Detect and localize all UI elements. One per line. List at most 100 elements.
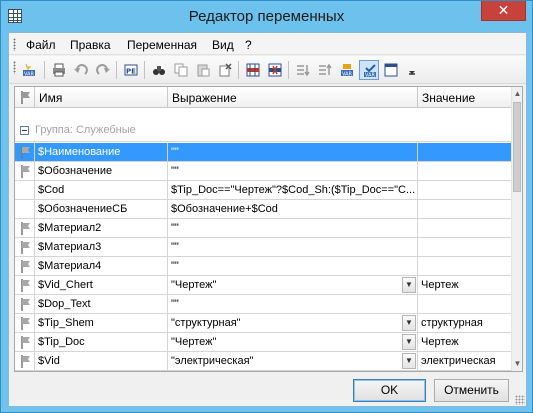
- row-flag-cell[interactable]: [15, 143, 35, 161]
- table-row[interactable]: $Vid_Chert "Чертеж" ▼ Чертеж: [15, 276, 512, 295]
- var-check-button[interactable]: VAR: [359, 60, 379, 80]
- expression-cell[interactable]: "Чертеж" ▼: [168, 276, 418, 294]
- variable-name-cell[interactable]: $Наименование: [35, 143, 168, 161]
- variable-name-cell[interactable]: $Vid: [35, 352, 168, 370]
- move-down-button[interactable]: [293, 60, 313, 80]
- scroll-down-icon[interactable]: ▼: [512, 357, 522, 371]
- variable-name-cell[interactable]: $Обозначение: [35, 162, 168, 180]
- menu-variable[interactable]: Переменная: [127, 38, 197, 52]
- window-button[interactable]: [381, 60, 401, 80]
- chevron-down-icon[interactable]: ▼: [402, 315, 416, 331]
- row-flag-cell[interactable]: [15, 181, 35, 199]
- row-flag-cell[interactable]: [15, 219, 35, 237]
- expression-cell[interactable]: "": [168, 295, 418, 313]
- delete-row-button[interactable]: [265, 60, 285, 80]
- copy-button[interactable]: [171, 60, 191, 80]
- flag-icon: [21, 91, 30, 104]
- var-add-button[interactable]: VAR: [19, 60, 39, 80]
- table-row[interactable]: $Материал4 "": [15, 257, 512, 276]
- find-button[interactable]: [149, 60, 169, 80]
- delete-button[interactable]: [215, 60, 235, 80]
- table-row[interactable]: $Cod $Tip_Doc=="Чертеж"?$Cod_Sh:($Tip_Doc…: [15, 181, 512, 200]
- table-row[interactable]: $Tip_Shem "структурная" ▼ структурная: [15, 314, 512, 333]
- header-flag-cell[interactable]: [15, 87, 35, 108]
- expression-text: $Обозначение+$Cod: [171, 203, 278, 215]
- chevron-down-icon[interactable]: ▼: [402, 277, 416, 293]
- toolbar-separator: [238, 61, 239, 79]
- expression-cell[interactable]: "": [168, 162, 418, 180]
- collapse-group-icon[interactable]: [20, 126, 29, 135]
- row-flag-cell[interactable]: [15, 352, 35, 370]
- flag-icon: [21, 355, 30, 368]
- variable-name-cell[interactable]: $Материал3: [35, 238, 168, 256]
- toolbar-overflow-button[interactable]: [403, 60, 415, 80]
- scroll-up-icon[interactable]: ▲: [512, 87, 522, 101]
- menu-file[interactable]: Файл: [26, 38, 56, 52]
- table-row[interactable]: $Dop_Text "": [15, 295, 512, 314]
- table-row[interactable]: $Материал2 "": [15, 219, 512, 238]
- move-down-icon: [297, 65, 310, 77]
- paste-button[interactable]: [193, 60, 213, 80]
- insert-row-button[interactable]: [243, 60, 263, 80]
- close-button[interactable]: ✕: [481, 1, 526, 21]
- vertical-scrollbar[interactable]: ▲ ▼: [511, 87, 522, 371]
- variable-name-cell[interactable]: $Vid_Chert: [35, 276, 168, 294]
- group-row[interactable]: Группа: Служебные: [15, 109, 512, 142]
- table-row[interactable]: $Обозначение "": [15, 162, 512, 181]
- row-flag-cell[interactable]: [15, 200, 35, 218]
- expression-cell[interactable]: "электрическая" ▼: [168, 352, 418, 370]
- menu-edit[interactable]: Правка: [70, 38, 111, 52]
- expression-cell[interactable]: "": [168, 257, 418, 275]
- expression-cell[interactable]: "Чертеж" ▼: [168, 333, 418, 351]
- table-row[interactable]: $Материал3 "": [15, 238, 512, 257]
- scroll-thumb[interactable]: [513, 102, 521, 192]
- variable-name-cell[interactable]: $Tip_Shem: [35, 314, 168, 332]
- chevron-down-icon[interactable]: ▼: [402, 353, 416, 369]
- row-flag-cell[interactable]: [15, 276, 35, 294]
- value-cell: Чертеж: [421, 336, 459, 348]
- table-row[interactable]: $Tip_Doc "Чертеж" ▼ Чертеж: [15, 333, 512, 352]
- table-row[interactable]: $ОбозначениеСБ $Обозначение+$Cod: [15, 200, 512, 219]
- variable-name-cell[interactable]: $Tip_Doc: [35, 333, 168, 351]
- variable-name-cell[interactable]: $ОбозначениеСБ: [35, 200, 168, 218]
- expression-cell[interactable]: $Обозначение+$Cod: [168, 200, 418, 218]
- variable-name-cell[interactable]: $Dop_Text: [35, 295, 168, 313]
- table-row[interactable]: $Наименование "": [15, 143, 512, 162]
- menu-view[interactable]: Вид: [212, 38, 234, 52]
- menu-help[interactable]: ?: [245, 38, 252, 52]
- menu-grip[interactable]: [13, 38, 16, 51]
- header-expression[interactable]: Выражение: [168, 87, 418, 108]
- undo-button[interactable]: [71, 60, 91, 80]
- row-flag-cell[interactable]: [15, 295, 35, 313]
- expression-cell[interactable]: "": [168, 219, 418, 237]
- variable-name-cell[interactable]: $Материал4: [35, 257, 168, 275]
- redo-icon: [96, 64, 110, 75]
- row-flag-cell[interactable]: [15, 238, 35, 256]
- var-settings-button[interactable]: VAR: [337, 60, 357, 80]
- expression-cell[interactable]: $Tip_Doc=="Чертеж"?$Cod_Sh:($Tip_Doc=="С…: [168, 181, 418, 199]
- row-flag-cell[interactable]: [15, 162, 35, 180]
- header-name[interactable]: Имя: [35, 87, 168, 108]
- title-bar[interactable]: Редактор переменных ✕: [1, 1, 532, 32]
- expression-cell[interactable]: "": [168, 143, 418, 161]
- chevron-down-icon[interactable]: ▼: [402, 334, 416, 350]
- toolbar-grip[interactable]: [13, 61, 16, 74]
- table-row[interactable]: $Vid "электрическая" ▼ электрическая: [15, 352, 512, 371]
- svg-text:PE: PE: [126, 68, 136, 76]
- row-flag-cell[interactable]: [15, 314, 35, 332]
- move-up-button[interactable]: [315, 60, 335, 80]
- properties-button[interactable]: PE: [121, 60, 141, 80]
- row-flag-cell[interactable]: [15, 333, 35, 351]
- header-value[interactable]: Значение: [418, 87, 512, 108]
- variable-name-cell[interactable]: $Материал2: [35, 219, 168, 237]
- expression-cell[interactable]: "структурная" ▼: [168, 314, 418, 332]
- print-button[interactable]: [49, 60, 69, 80]
- resize-grip-icon[interactable]: [515, 395, 525, 405]
- expression-cell[interactable]: "": [168, 238, 418, 256]
- variable-name-cell[interactable]: $Cod: [35, 181, 168, 199]
- ok-button[interactable]: OK: [353, 379, 426, 402]
- row-flag-cell[interactable]: [15, 257, 35, 275]
- toolbar-separator: [144, 61, 145, 79]
- redo-button[interactable]: [93, 60, 113, 80]
- cancel-button[interactable]: Отменить: [434, 379, 509, 402]
